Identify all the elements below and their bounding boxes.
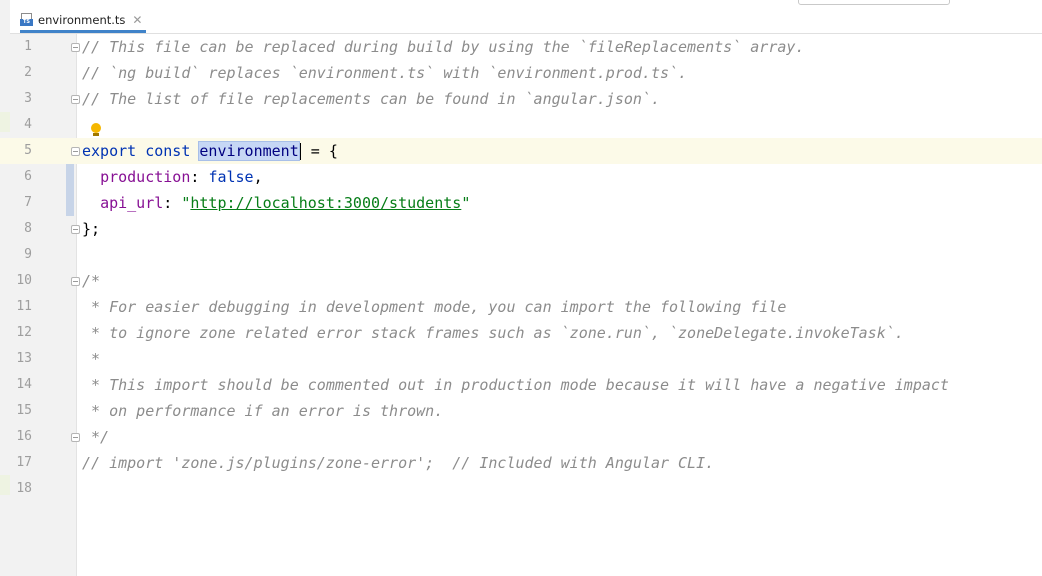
comment-text: * This import should be commented out in… <box>82 376 949 394</box>
keyword-token: false <box>208 168 254 186</box>
code-text: * This import should be commented out in… <box>82 372 949 398</box>
comment-text: // This file can be replaced during buil… <box>82 38 805 56</box>
comment-text: // The list of file replacements can be … <box>82 90 660 108</box>
line-number: 4 <box>24 117 32 132</box>
line-number: 17 <box>16 455 32 470</box>
identifier-token: environment <box>198 141 300 161</box>
code-text: // import 'zone.js/plugins/zone-error'; … <box>82 450 714 476</box>
code-token: , <box>253 168 263 186</box>
fold-marker-icon[interactable] <box>71 95 80 104</box>
string-token: " <box>461 194 471 212</box>
line-number: 14 <box>16 377 32 392</box>
line-number: 7 <box>24 195 32 210</box>
code-text: * to ignore zone related error stack fra… <box>82 320 904 346</box>
code-text: * on performance if an error is thrown. <box>82 398 443 424</box>
code-text: api_url: "http://localhost:3000/students… <box>82 190 470 216</box>
line-number: 15 <box>16 403 32 418</box>
code-line[interactable]: 9 <box>0 242 1042 268</box>
code-line[interactable]: 8}; <box>0 216 1042 242</box>
code-line[interactable]: 18 <box>0 476 1042 502</box>
fold-marker-icon[interactable] <box>71 277 80 286</box>
comment-text: /* <box>82 272 101 290</box>
comment-text: // import 'zone.js/plugins/zone-error'; … <box>82 454 715 472</box>
fold-marker-icon[interactable] <box>71 225 80 234</box>
line-number: 12 <box>16 325 32 340</box>
code-text: * For easier debugging in development mo… <box>82 294 786 320</box>
code-text: /* <box>82 268 100 294</box>
code-line[interactable]: 17 // import 'zone.js/plugins/zone-error'… <box>0 450 1042 476</box>
code-line[interactable]: 6 production: false, <box>0 164 1042 190</box>
comment-text: * on performance if an error is thrown. <box>82 402 444 420</box>
code-line[interactable]: 11 * For easier debugging in development… <box>0 294 1042 320</box>
code-line[interactable]: 2 // `ng build` replaces `environment.ts`… <box>0 60 1042 86</box>
tab-filename: environment.ts <box>38 12 126 27</box>
code-token: : <box>190 168 209 186</box>
code-text: * <box>82 346 100 372</box>
code-text: // The list of file replacements can be … <box>82 86 660 112</box>
line-number: 6 <box>24 169 32 184</box>
line-number: 9 <box>24 247 32 262</box>
fold-marker-icon[interactable] <box>71 43 80 52</box>
code-text: */ <box>82 424 109 450</box>
code-line[interactable]: 14 * This import should be commented out… <box>0 372 1042 398</box>
code-line[interactable]: 12 * to ignore zone related error stack … <box>0 320 1042 346</box>
typescript-file-icon: TS <box>20 13 33 26</box>
line-number: 8 <box>24 221 32 236</box>
lightbulb-icon[interactable] <box>90 123 102 137</box>
code-line[interactable]: 1 // This file can be replaced during bui… <box>0 34 1042 60</box>
line-number: 3 <box>24 91 32 106</box>
fold-marker-icon[interactable] <box>71 433 80 442</box>
tab-environment-ts[interactable]: TS environment.ts ✕ <box>20 6 146 33</box>
fold-marker-icon[interactable] <box>71 147 80 156</box>
line-number: 1 <box>24 39 32 54</box>
comment-text: * <box>82 350 101 368</box>
close-icon[interactable]: ✕ <box>132 13 142 27</box>
url-link: http://localhost:3000/students <box>190 194 462 212</box>
code-line[interactable]: 13 * <box>0 346 1042 372</box>
code-token: : <box>163 194 182 212</box>
code-text: }; <box>82 216 100 242</box>
line-number: 5 <box>24 143 32 158</box>
comment-text: * to ignore zone related error stack fra… <box>82 324 904 342</box>
code-line[interactable]: 4 <box>0 112 1042 138</box>
code-line[interactable]: 3 // The list of file replacements can be… <box>0 86 1042 112</box>
code-text: export const environment = { <box>82 138 338 164</box>
code-token: }; <box>82 220 101 238</box>
keyword-token: export const <box>82 142 191 160</box>
code-text: // `ng build` replaces `environment.ts` … <box>82 60 687 86</box>
line-number: 16 <box>16 429 32 444</box>
line-number: 10 <box>16 273 32 288</box>
property-token: api_url <box>100 194 164 212</box>
line-number: 13 <box>16 351 32 366</box>
editor-tab-bar: TS environment.ts ✕ <box>10 0 1042 34</box>
code-text: // This file can be replaced during buil… <box>82 34 804 60</box>
code-token: = { <box>301 142 338 160</box>
line-number: 18 <box>16 481 32 496</box>
code-line[interactable]: 15 * on performance if an error is throw… <box>0 398 1042 424</box>
code-line[interactable]: 16 */ <box>0 424 1042 450</box>
comment-text: */ <box>82 428 110 446</box>
code-line[interactable]: 7 api_url: "http://localhost:3000/studen… <box>0 190 1042 216</box>
code-text: production: false, <box>82 164 263 190</box>
line-number: 11 <box>16 299 32 314</box>
comment-text: // `ng build` replaces `environment.ts` … <box>82 64 688 82</box>
text-cursor <box>299 143 301 160</box>
comment-text: * For easier debugging in development mo… <box>82 298 787 316</box>
code-line[interactable]: 10 /* <box>0 268 1042 294</box>
line-number: 2 <box>24 65 32 80</box>
toolbar-field[interactable] <box>798 0 950 5</box>
active-tab-indicator <box>20 30 146 33</box>
code-line[interactable]: 5 export const environment = { <box>0 138 1042 164</box>
property-token: production <box>100 168 191 186</box>
